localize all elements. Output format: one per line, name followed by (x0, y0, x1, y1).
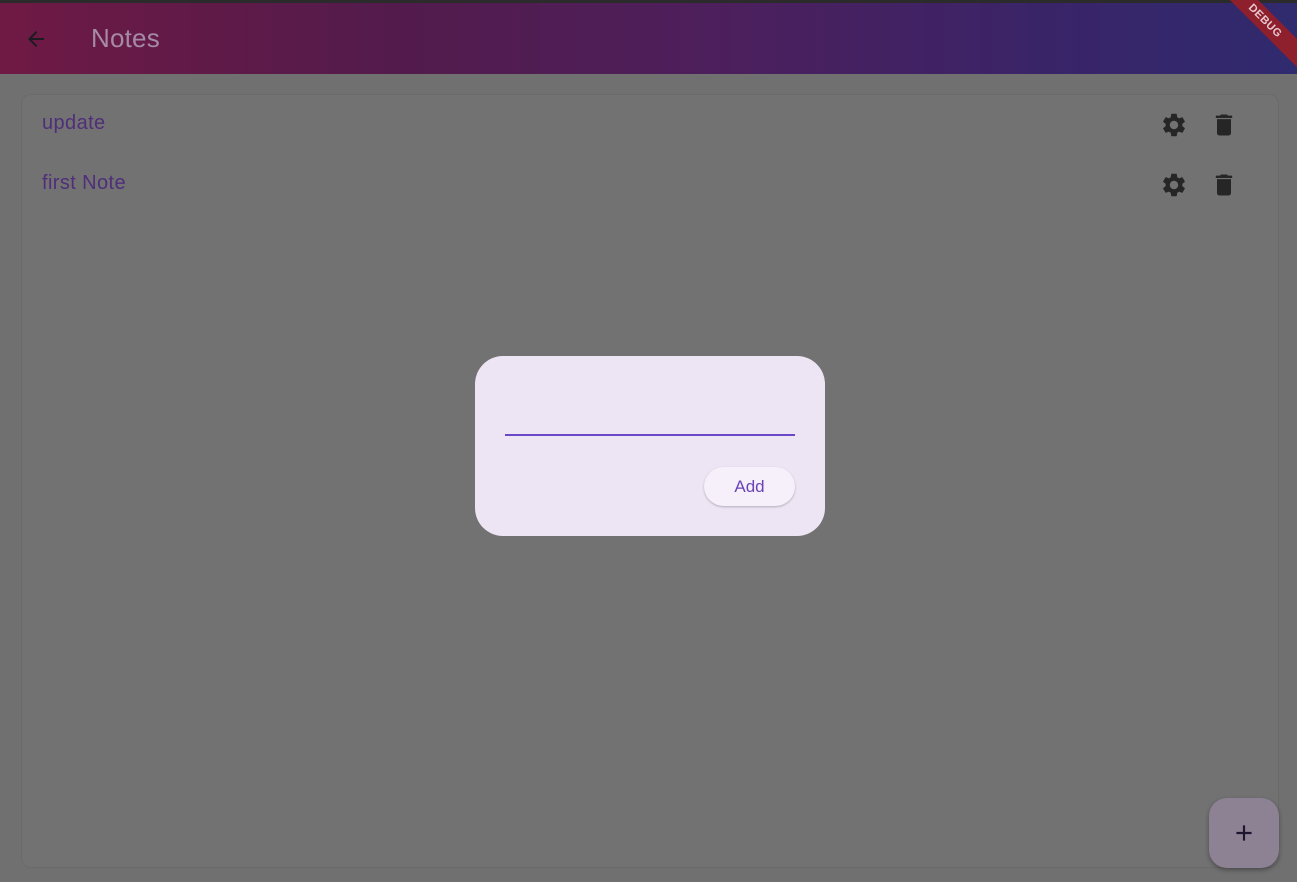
arrow-left-icon (28, 31, 44, 47)
delete-button[interactable] (1208, 109, 1240, 141)
trash-icon (1215, 174, 1233, 196)
add-button[interactable]: Add (704, 467, 795, 506)
plus-icon (1236, 825, 1252, 841)
input-underline (505, 434, 795, 436)
list-item[interactable]: update (22, 95, 1278, 155)
settings-button[interactable] (1158, 169, 1190, 201)
note-title: first Note (42, 172, 127, 194)
debug-banner: DEBUG (1215, 0, 1297, 71)
gear-icon (1163, 173, 1185, 197)
gear-icon (1163, 113, 1185, 137)
app-window: Notes DEBUG update first Note Add (0, 0, 1297, 882)
delete-button[interactable] (1208, 169, 1240, 201)
settings-button[interactable] (1158, 109, 1190, 141)
page-title: Notes (91, 23, 160, 53)
add-note-fab[interactable] (1209, 798, 1279, 868)
note-text-field[interactable] (505, 386, 795, 438)
app-bar: Notes DEBUG (0, 0, 1297, 74)
list-item[interactable]: first Note (22, 155, 1278, 215)
back-button[interactable] (16, 19, 56, 59)
add-note-dialog: Add (475, 356, 825, 536)
trash-icon (1215, 114, 1233, 136)
note-title: update (42, 112, 106, 134)
note-input[interactable] (505, 386, 795, 434)
